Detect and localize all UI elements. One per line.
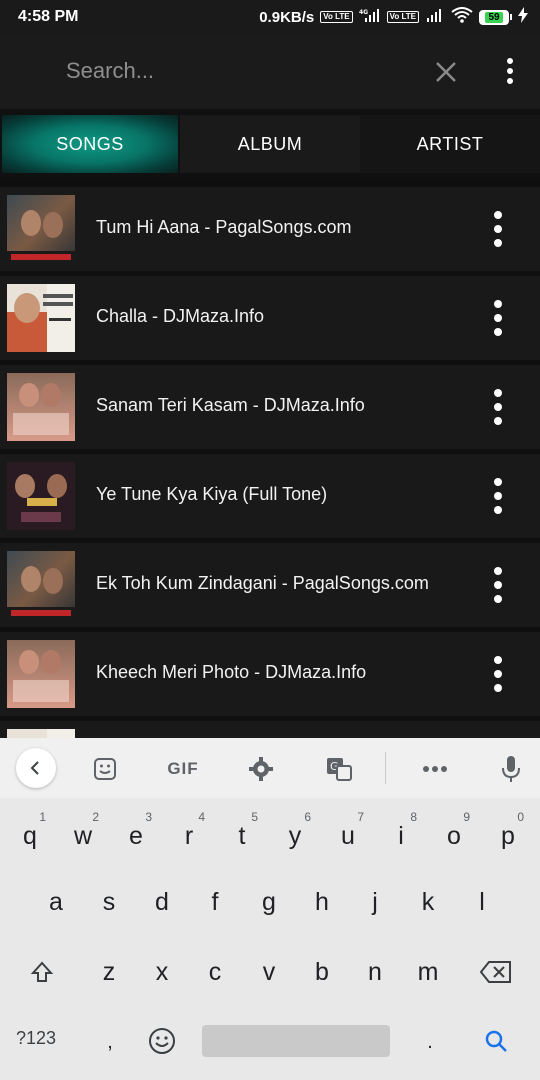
song-title: Sanam Teri Kasam - DJMaza.Info: [96, 395, 365, 415]
album-art: [7, 373, 75, 441]
song-options-icon[interactable]: [486, 476, 510, 516]
comma-key[interactable]: ,: [88, 1014, 132, 1070]
song-title: Ek Toh Kum Zindagani - PagalSongs.com: [96, 573, 429, 593]
song-options-icon[interactable]: [486, 654, 510, 694]
charging-icon: [518, 7, 528, 27]
volte-icon-2: Vo LTE: [386, 11, 419, 23]
song-title: Ye Tune Kya Kiya (Full Tone): [96, 484, 328, 504]
key-r[interactable]: r4: [167, 808, 211, 864]
song-options-icon[interactable]: [486, 298, 510, 338]
key-n[interactable]: n: [353, 944, 397, 1000]
translate-icon[interactable]: G: [322, 752, 356, 786]
backspace-key[interactable]: [474, 944, 518, 1000]
backspace-icon: [480, 961, 511, 983]
key-k[interactable]: k: [406, 874, 450, 930]
volte-icon: Vo LTE: [320, 11, 353, 23]
song-row[interactable]: Ye Tune Kya Kiya (Full Tone): [0, 454, 540, 538]
gif-label: GIF: [167, 759, 199, 778]
search-key[interactable]: [474, 1013, 518, 1069]
key-h[interactable]: h: [300, 874, 344, 930]
tab-songs[interactable]: SONGS: [2, 115, 178, 173]
album-art: [7, 284, 75, 352]
song-title: Kheech Meri Photo - DJMaza.Info: [96, 662, 367, 682]
key-o[interactable]: o9: [432, 808, 476, 864]
search-icon: [485, 1030, 507, 1052]
key-m[interactable]: m: [406, 944, 450, 1000]
sticker-icon[interactable]: [88, 752, 122, 786]
song-row[interactable]: Sanam Teri Kasam - DJMaza.Info: [0, 365, 540, 449]
more-options-icon[interactable]: [418, 752, 452, 786]
song-row[interactable]: Ek Toh Kum Zindagani - PagalSongs.com: [0, 543, 540, 627]
wifi-icon: [451, 7, 473, 27]
key-x[interactable]: x: [140, 944, 184, 1000]
shift-arrow-icon: [30, 961, 54, 982]
album-art: [7, 551, 75, 619]
toolbar-divider: [385, 752, 386, 784]
search-input[interactable]: [66, 54, 406, 88]
song-options-icon[interactable]: [486, 565, 510, 605]
song-options-icon[interactable]: [486, 387, 510, 427]
song-options-icon[interactable]: [486, 209, 510, 249]
tab-album[interactable]: ALBUM: [180, 115, 360, 173]
song-row[interactable]: Challa - DJMaza.Info: [0, 276, 540, 360]
song-list: Tum Hi Aana - PagalSongs.com Challa - DJ…: [0, 183, 540, 738]
key-g[interactable]: g: [247, 874, 291, 930]
key-c[interactable]: c: [193, 944, 237, 1000]
key-v[interactable]: v: [247, 944, 291, 1000]
key-t[interactable]: t5: [220, 808, 264, 864]
emoji-icon: [149, 1028, 175, 1054]
shift-key[interactable]: [20, 944, 64, 1000]
album-art: [7, 640, 75, 708]
key-y[interactable]: y6: [273, 808, 317, 864]
key-z[interactable]: z: [87, 944, 131, 1000]
status-bar: 4:58 PM 0.9KB/s Vo LTE 4G Vo LTE 59: [0, 0, 540, 34]
chevron-left-icon: [30, 761, 39, 775]
symbols-key[interactable]: ?123: [16, 1028, 56, 1049]
battery-icon: 59: [479, 9, 512, 25]
keyboard-toolbar: GIF G: [0, 738, 540, 798]
key-w[interactable]: w2: [61, 808, 105, 864]
album-art: [7, 462, 75, 530]
song-row-partial[interactable]: [0, 721, 540, 738]
search-bar: [0, 34, 540, 109]
key-p[interactable]: p0: [486, 808, 530, 864]
song-row[interactable]: Tum Hi Aana - PagalSongs.com: [0, 187, 540, 271]
key-a[interactable]: a: [34, 874, 78, 930]
key-b[interactable]: b: [300, 944, 344, 1000]
category-tabs: SONGS ALBUM ARTIST: [0, 109, 540, 179]
key-e[interactable]: e3: [114, 808, 158, 864]
gif-button[interactable]: GIF: [160, 752, 206, 786]
song-title: Challa - DJMaza.Info: [96, 306, 265, 326]
signal-icon-2: [425, 8, 445, 26]
network-speed: 0.9KB/s: [259, 8, 315, 26]
song-title: Tum Hi Aana - PagalSongs.com: [96, 217, 352, 237]
status-indicators: 0.9KB/s Vo LTE 4G Vo LTE 59: [259, 7, 528, 27]
signal-icon: 4G: [359, 8, 381, 26]
tab-artist[interactable]: ARTIST: [360, 115, 540, 173]
space-key[interactable]: [202, 1025, 390, 1057]
key-j[interactable]: j: [353, 874, 397, 930]
key-f[interactable]: f: [193, 874, 237, 930]
emoji-key[interactable]: [140, 1013, 184, 1069]
status-time: 4:58 PM: [18, 8, 79, 25]
keyboard-back-button[interactable]: [16, 748, 56, 788]
soft-keyboard: GIF G q1 w2 e3 r4 t5 y6 u7 i8 o9 p0 a s …: [0, 738, 540, 1080]
album-art: [7, 729, 75, 738]
microphone-icon[interactable]: [494, 752, 528, 786]
song-row[interactable]: Kheech Meri Photo - DJMaza.Info: [0, 632, 540, 716]
key-i[interactable]: i8: [379, 808, 423, 864]
key-l[interactable]: l: [460, 874, 504, 930]
album-art: [7, 195, 75, 263]
key-s[interactable]: s: [87, 874, 131, 930]
key-d[interactable]: d: [140, 874, 184, 930]
key-u[interactable]: u7: [326, 808, 370, 864]
period-key[interactable]: .: [408, 1014, 452, 1070]
overflow-menu-icon[interactable]: [496, 56, 524, 86]
clear-search-icon[interactable]: [432, 58, 460, 86]
network-type-label: 4G: [359, 9, 368, 16]
key-q[interactable]: q1: [8, 808, 52, 864]
battery-level: 59: [485, 11, 503, 23]
settings-gear-icon[interactable]: [244, 752, 278, 786]
